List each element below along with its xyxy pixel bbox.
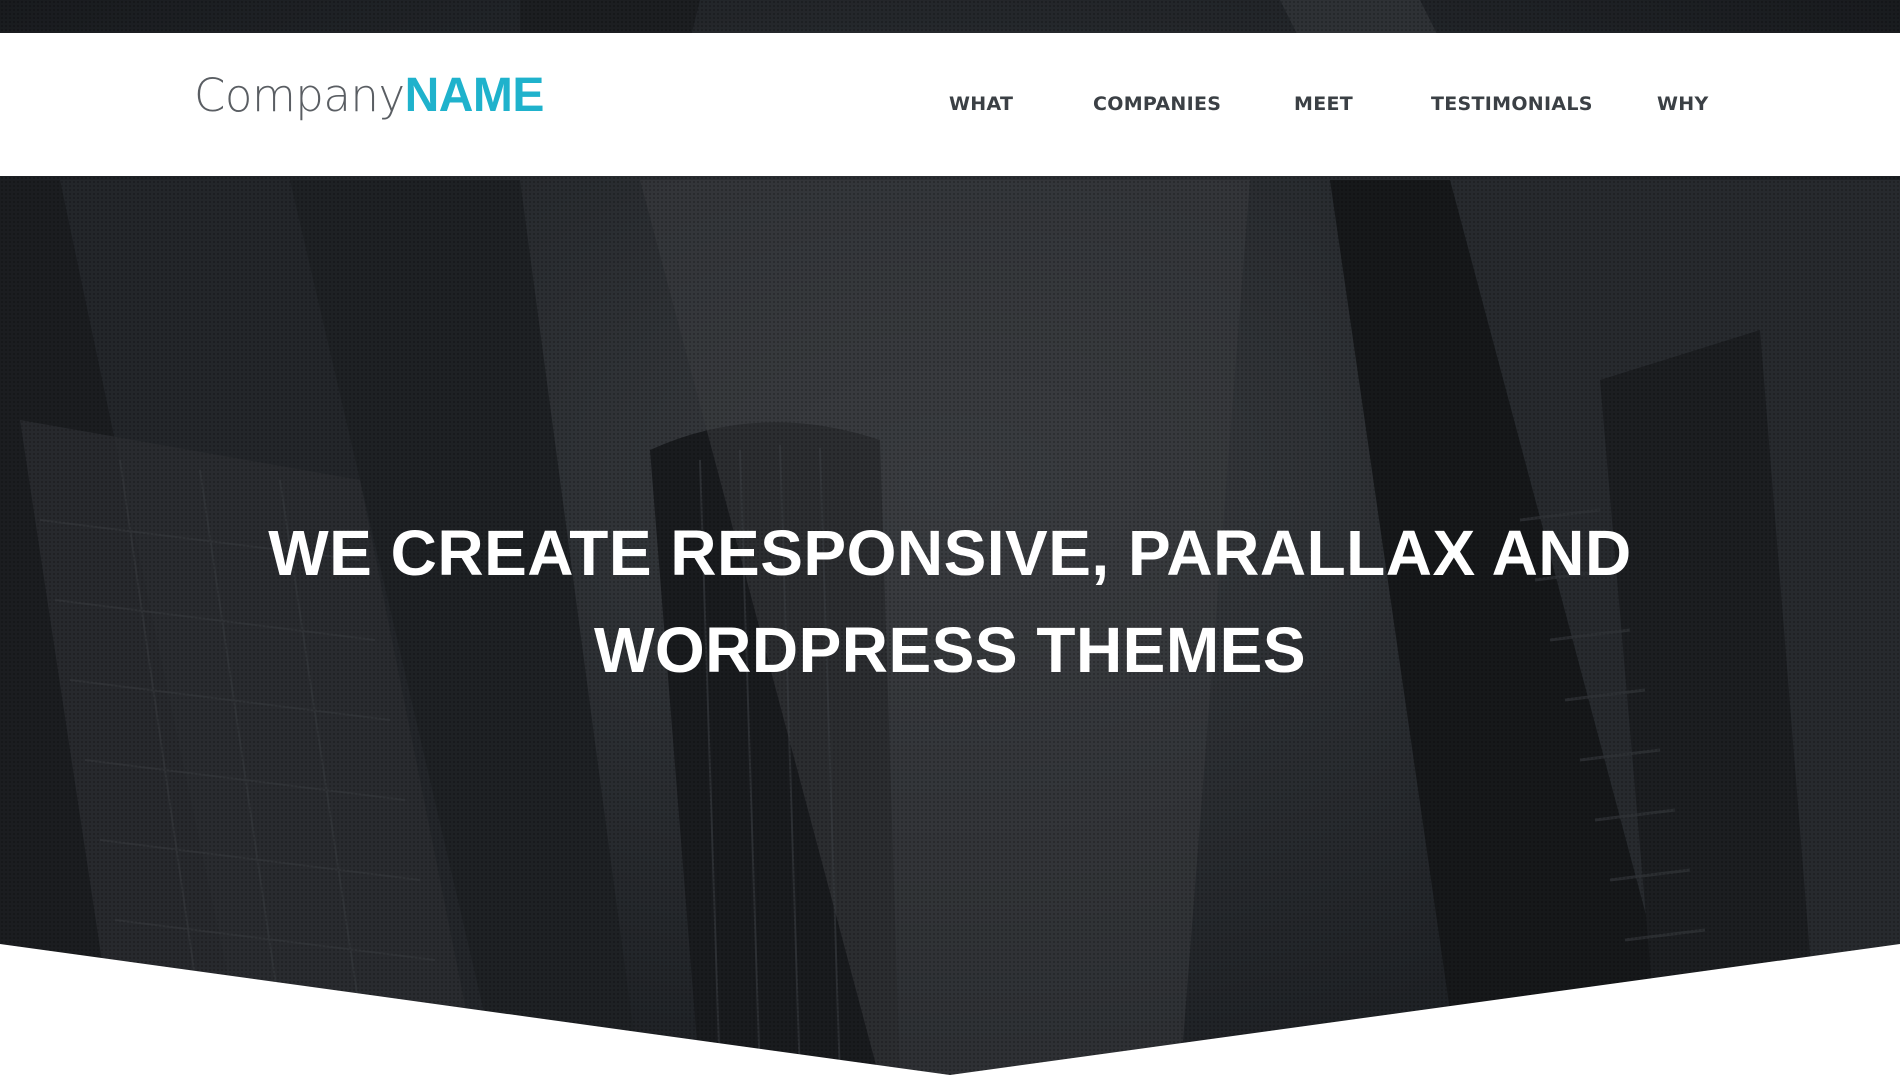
site-header: CompanyNAME WHAT COMPANIES MEET TESTIMON… [0, 33, 1900, 176]
nav-link-companies[interactable]: COMPANIES [1093, 93, 1221, 115]
hero-headline-line-2: WORDPRESS THEMES [593, 614, 1307, 686]
hero-headline: WE CREATE RESPONSIVE, PARALLAX AND WORDP… [250, 505, 1650, 699]
nav-link-testimonials[interactable]: TESTIMONIALS [1431, 93, 1593, 115]
section-divider-v-shape [0, 944, 1900, 1080]
page: CompanyNAME WHAT COMPANIES MEET TESTIMON… [0, 0, 1900, 1080]
hero-headline-line-1: WE CREATE RESPONSIVE, PARALLAX AND [268, 517, 1632, 589]
nav-link-meet[interactable]: MEET [1294, 93, 1353, 115]
nav-link-why[interactable]: WHY [1657, 93, 1709, 115]
main-nav: WHAT COMPANIES MEET TESTIMONIALS WHY [0, 93, 1900, 123]
nav-link-what[interactable]: WHAT [949, 93, 1013, 115]
